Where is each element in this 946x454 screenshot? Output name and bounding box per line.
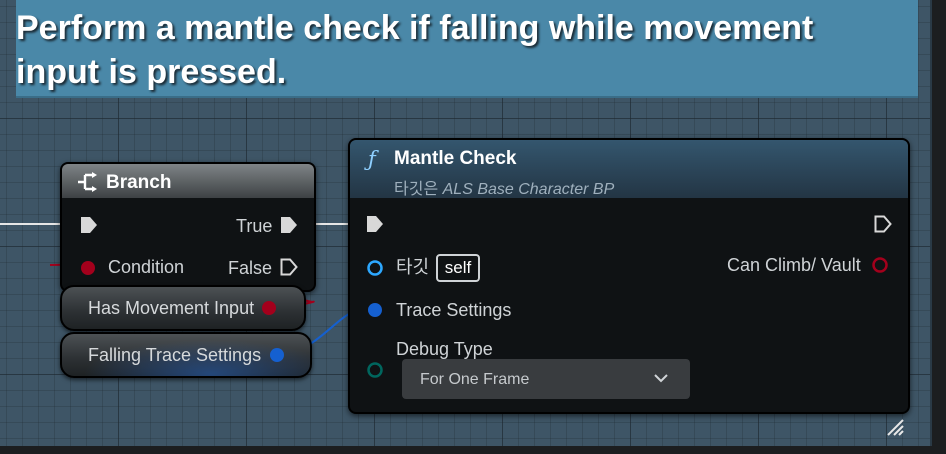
trace-settings-pin[interactable] — [365, 300, 385, 320]
mantle-check-subtitle: 타깃은 ALS Base Character BP — [394, 175, 614, 199]
mantle-exec-in-pin[interactable] — [366, 215, 384, 233]
falling-trace-settings-pin[interactable] — [268, 346, 286, 364]
has-movement-input-label: Has Movement Input — [88, 298, 255, 318]
falling-trace-settings-node[interactable]: Falling Trace Settings — [60, 332, 312, 378]
debug-type-label: Debug Type — [396, 339, 493, 359]
can-climb-vault-label: Can Climb/ Vault — [727, 255, 861, 275]
mantle-check-title: Mantle Check — [394, 148, 517, 169]
true-exec-pin[interactable] — [280, 216, 298, 234]
branch-node-title: Branch — [106, 172, 172, 193]
function-icon: ƒ — [368, 147, 376, 171]
can-climb-vault-pin[interactable] — [870, 255, 890, 275]
target-pin-label: 타깃 — [396, 257, 430, 277]
branch-node[interactable]: Branch True Condition False — [60, 162, 316, 292]
branch-node-header[interactable]: Branch — [62, 164, 314, 198]
condition-pin[interactable] — [78, 258, 98, 278]
blueprint-graph-canvas[interactable]: Perform a mantle check if falling while … — [0, 0, 946, 454]
false-exec-pin[interactable] — [280, 258, 298, 276]
target-default-self[interactable]: self — [436, 254, 480, 282]
target-pin[interactable] — [365, 258, 385, 278]
condition-pin-label: Condition — [108, 257, 185, 277]
subtitle-prefix: 타깃은 — [394, 181, 439, 198]
branch-icon — [78, 172, 97, 192]
debug-type-pin[interactable] — [365, 360, 385, 380]
trace-settings-label: Trace Settings — [396, 300, 512, 320]
mantle-exec-out-pin[interactable] — [874, 215, 892, 233]
false-pin-label: False — [228, 258, 273, 278]
falling-trace-settings-label: Falling Trace Settings — [88, 345, 262, 365]
has-movement-input-node[interactable]: Has Movement Input — [60, 285, 306, 331]
subtitle-target: ALS Base Character BP — [442, 181, 615, 198]
has-movement-input-pin[interactable] — [260, 299, 278, 317]
mantle-check-header[interactable]: ƒ Mantle Check 타깃은 ALS Base Character BP — [350, 140, 908, 198]
exec-in-pin[interactable] — [80, 216, 98, 234]
debug-type-dropdown[interactable]: For One Frame — [402, 359, 690, 399]
chevron-down-icon — [654, 374, 668, 383]
true-pin-label: True — [236, 216, 273, 236]
debug-type-value: For One Frame — [420, 371, 530, 388]
